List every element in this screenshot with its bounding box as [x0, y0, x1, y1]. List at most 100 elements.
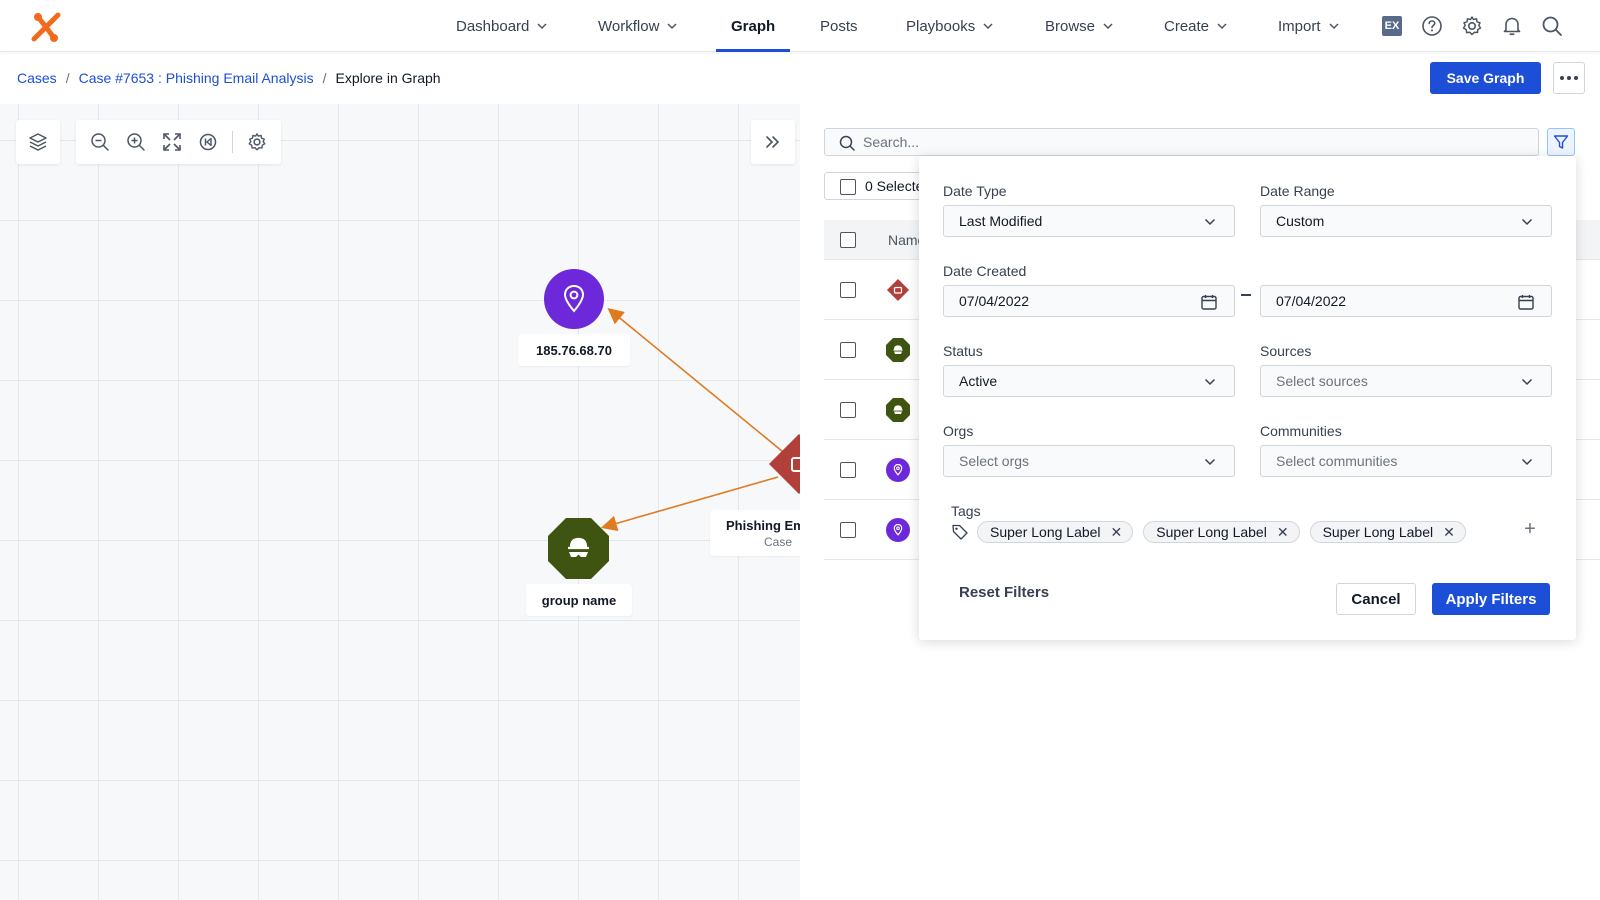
threat-actor-icon: [886, 398, 910, 422]
chevron-down-icon: [1521, 378, 1533, 386]
threat-actor-node[interactable]: [548, 518, 609, 579]
breadcrumb-current: Explore in Graph: [335, 70, 441, 86]
nav-label: Dashboard: [456, 17, 530, 35]
graph-canvas[interactable]: 185.76.68.70 group name Phishing Em Case: [0, 104, 800, 900]
indicator-node-label[interactable]: 185.76.68.70: [518, 334, 630, 366]
date-range-select[interactable]: Custom: [1260, 205, 1552, 237]
chevron-down-icon: [1103, 23, 1113, 30]
date-type-select[interactable]: Last Modified: [943, 205, 1235, 237]
tag-chip-label: Super Long Label: [990, 524, 1101, 540]
chevron-down-icon: [1204, 378, 1216, 386]
breadcrumb: Cases / Case #7653 : Phishing Email Anal…: [17, 70, 441, 86]
status-select[interactable]: Active: [943, 365, 1235, 397]
gear-icon[interactable]: [1461, 15, 1483, 37]
chevron-down-icon: [1328, 23, 1339, 30]
header-checkbox[interactable]: [840, 232, 856, 248]
calendar-icon[interactable]: [1517, 293, 1535, 311]
orgs-placeholder: Select orgs: [959, 453, 1030, 469]
status-value: Active: [959, 373, 998, 389]
nav-posts[interactable]: Posts: [820, 0, 858, 52]
node-label-text: Phishing Em: [726, 517, 800, 533]
remove-tag-icon[interactable]: ✕: [1277, 524, 1289, 541]
tag-chip-label: Super Long Label: [1156, 524, 1267, 540]
nav-label: Workflow: [598, 17, 660, 35]
date-type-value: Last Modified: [959, 213, 1043, 229]
tag-chip: Super Long Label ✕: [977, 521, 1134, 543]
save-graph-button[interactable]: Save Graph: [1430, 62, 1541, 94]
select-all-checkbox[interactable]: [840, 179, 856, 195]
case-icon: [887, 279, 909, 301]
nav-label: Import: [1278, 17, 1321, 35]
date-range-value: Custom: [1276, 213, 1325, 229]
nav-workflow[interactable]: Workflow: [598, 0, 677, 52]
orgs-select[interactable]: Select orgs: [943, 445, 1235, 477]
breadcrumb-cases[interactable]: Cases: [17, 70, 57, 86]
search-icon[interactable]: [1541, 15, 1563, 37]
remove-tag-icon[interactable]: ✕: [1111, 524, 1123, 541]
tags-list: Super Long Label ✕ Super Long Label ✕ Su…: [951, 521, 1476, 543]
indicator-icon: [886, 458, 910, 482]
cancel-button[interactable]: Cancel: [1336, 583, 1416, 615]
nav-label: Posts: [820, 17, 858, 35]
case-node-label[interactable]: Phishing Em Case: [710, 510, 800, 556]
nav-graph[interactable]: Graph: [731, 0, 775, 52]
reset-filters-button[interactable]: Reset Filters: [959, 584, 1049, 601]
date-created-label: Date Created: [943, 263, 1027, 279]
graph-edge: [607, 307, 789, 457]
sources-placeholder: Select sources: [1276, 373, 1368, 389]
search-icon: [839, 135, 855, 151]
nav-label: Playbooks: [906, 17, 976, 35]
chevron-down-icon: [1521, 218, 1533, 226]
nav-dashboard[interactable]: Dashboard: [456, 0, 547, 52]
apply-filters-button[interactable]: Apply Filters: [1432, 583, 1550, 615]
row-checkbox[interactable]: [840, 342, 856, 358]
chevron-down-icon: [983, 23, 993, 30]
chevron-down-icon: [1204, 218, 1216, 226]
nav-create[interactable]: Create: [1164, 0, 1227, 52]
help-icon[interactable]: [1421, 15, 1443, 37]
tag-icon: [952, 524, 968, 540]
chevron-down-icon: [1521, 458, 1533, 466]
row-checkbox[interactable]: [840, 402, 856, 418]
remove-tag-icon[interactable]: ✕: [1443, 524, 1455, 541]
search-input[interactable]: Search...: [824, 128, 1539, 156]
chevron-down-icon: [1217, 23, 1227, 30]
add-tag-button[interactable]: +: [1516, 515, 1544, 543]
filter-button[interactable]: [1547, 128, 1575, 156]
calendar-icon[interactable]: [1200, 293, 1218, 311]
tag-chip: Super Long Label ✕: [1309, 521, 1466, 543]
case-node[interactable]: [769, 434, 800, 494]
indicator-node[interactable]: [544, 269, 604, 329]
sources-select[interactable]: Select sources: [1260, 365, 1552, 397]
tags-label: Tags: [951, 503, 981, 519]
nav-label: Browse: [1045, 17, 1096, 35]
more-options-button[interactable]: [1553, 62, 1585, 94]
date-to-input[interactable]: 07/04/2022: [1260, 285, 1552, 317]
row-checkbox[interactable]: [840, 282, 856, 298]
threat-actor-node-label[interactable]: group name: [526, 584, 632, 616]
date-type-label: Date Type: [943, 183, 1007, 199]
breadcrumb-separator: /: [65, 70, 70, 86]
threat-actor-icon: [886, 338, 910, 362]
bell-icon[interactable]: [1501, 15, 1523, 37]
row-checkbox[interactable]: [840, 462, 856, 478]
orgs-label: Orgs: [943, 423, 974, 439]
nav-label: Create: [1164, 17, 1210, 35]
communities-select[interactable]: Select communities: [1260, 445, 1552, 477]
graph-edges: [600, 307, 789, 532]
nav-import[interactable]: Import: [1278, 0, 1339, 52]
nav-label: Graph: [731, 17, 776, 35]
date-range-label: Date Range: [1260, 183, 1335, 199]
app-logo[interactable]: [30, 11, 62, 43]
sources-label: Sources: [1260, 343, 1312, 359]
nav-playbooks[interactable]: Playbooks: [906, 0, 993, 52]
date-to-value: 07/04/2022: [1276, 293, 1347, 309]
breadcrumb-case[interactable]: Case #7653 : Phishing Email Analysis: [79, 70, 314, 86]
workspace-badge[interactable]: EX: [1381, 15, 1403, 37]
date-from-input[interactable]: 07/04/2022: [943, 285, 1235, 317]
breadcrumb-bar: Cases / Case #7653 : Phishing Email Anal…: [0, 52, 1600, 104]
chevron-down-icon: [1204, 458, 1216, 466]
more-icon: [1560, 76, 1578, 80]
nav-browse[interactable]: Browse: [1045, 0, 1113, 52]
row-checkbox[interactable]: [840, 522, 856, 538]
